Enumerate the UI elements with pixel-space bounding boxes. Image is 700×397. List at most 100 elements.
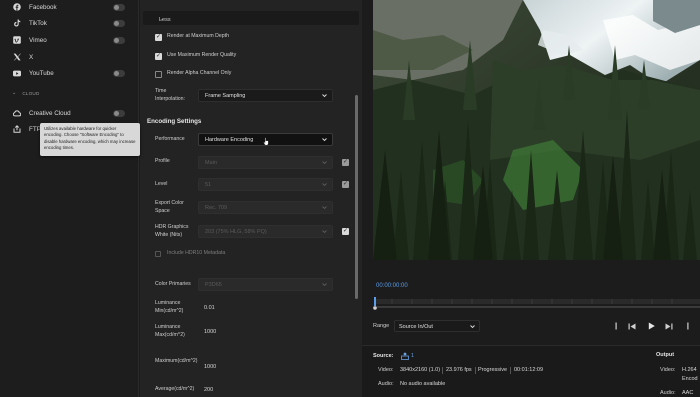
time-interpolation-label: Time Interpolation: [155,88,185,102]
average-value[interactable]: 200 [204,387,213,393]
max-render-quality-checkbox[interactable] [155,52,162,60]
render-max-depth-label: Render at Maximum Depth [167,33,229,39]
range-value: Source In/Out [399,324,433,330]
ftp-icon [13,125,21,133]
video-resolution: 3840x2160 (1.0) [400,367,441,373]
time-interpolation-select[interactable]: Frame Sampling [198,89,333,102]
video-preview[interactable] [373,0,700,260]
hdr-graphics-white-select[interactable]: 203 (75% HLG, 58% PQ) [198,225,333,238]
hdr-graphics-white-checkbox[interactable] [342,227,349,235]
chevron-down-icon [322,161,327,165]
audio-label: Audio: [378,381,394,387]
step-forward-icon [665,323,673,329]
playback-controls-row: Range Source In/Out [362,318,700,334]
timeline-track [373,297,700,310]
export-color-space-label: Export Color Space [155,200,184,214]
output-audio-value: AAC [682,390,694,396]
color-primaries-select[interactable]: P3D65 [198,278,333,291]
color-primaries-value: P3D65 [205,282,222,288]
hdr-graphics-white-value: 203 (75% HLG, 58% PQ) [205,229,267,235]
mark-in-button[interactable] [611,320,621,332]
step-forward-button[interactable] [664,320,674,332]
youtube-toggle[interactable] [113,69,125,77]
play-button[interactable] [646,320,656,332]
profile-checkbox[interactable] [342,158,349,166]
video-duration: 00:01:12:09 [514,367,544,373]
luminance-min-value[interactable]: 0.01 [204,305,215,311]
output-video-encoding: Encod [682,376,698,382]
chevron-down-icon [322,283,327,287]
output-video-label: Video: [660,367,676,373]
hdr-graphics-white-label: HDR Graphics White (Nits) [155,224,189,238]
divider [510,367,511,374]
export-color-space-select[interactable]: Rec. 709 [198,201,333,214]
profile-label: Profile [155,158,170,164]
hdr10-metadata-checkbox[interactable] [155,251,161,257]
time-interpolation-value: Frame Sampling [205,93,246,99]
video-scan-type: Progressive [478,367,508,373]
destinations-sidebar: Facebook TikTok Vimeo X YouTube ⌄ CLOUD [0,0,139,397]
level-label: Level [155,181,168,187]
chevron-down-icon [322,206,327,210]
alpha-channel-label: Render Alpha Channel Only [167,70,232,76]
source-count: 1 [411,353,415,359]
destination-facebook[interactable]: Facebook [0,0,139,15]
level-checkbox[interactable] [342,180,349,188]
export-settings-panel: ··· Less Render at Maximum Depth Use Max… [140,0,362,397]
destination-tiktok[interactable]: TikTok [0,15,139,31]
performance-label: Performance [155,136,185,142]
cloud-section-label: CLOUD [22,90,40,96]
mark-out-button[interactable] [683,320,693,332]
level-select[interactable]: 51 [198,178,333,191]
tiktok-toggle[interactable] [113,19,125,27]
destination-vimeo[interactable]: Vimeo [0,32,139,48]
performance-select[interactable]: Hardware Encoding [198,133,333,146]
chevron-down-icon: ⌄ [12,90,17,96]
mouse-cursor-icon [263,137,269,146]
luminance-max-value[interactable]: 1000 [204,329,216,335]
step-back-button[interactable] [627,320,637,332]
render-max-depth-checkbox[interactable] [155,33,162,41]
output-audio-label: Audio: [660,390,676,396]
destination-creative-cloud[interactable]: Creative Cloud [0,105,139,121]
range-select[interactable]: Source In/Out [394,320,480,332]
creative-cloud-icon [13,109,21,117]
vimeo-toggle[interactable] [113,36,125,44]
river-forest-frame-image [373,0,700,260]
luminance-min-label: Luminance Min(cd/m^2) [155,300,184,314]
alpha-channel-checkbox[interactable] [155,71,162,78]
facebook-icon [13,3,21,11]
vimeo-icon [13,36,21,44]
destination-label: X [29,53,34,61]
timeline-scrubber[interactable] [372,296,700,310]
performance-value: Hardware Encoding [205,137,254,143]
play-icon [648,322,655,330]
profile-value: Main [205,160,217,166]
range-label: Range [373,323,390,329]
profile-select[interactable]: Main [198,156,333,169]
tiktok-icon [13,19,21,27]
destination-x[interactable]: X [0,49,139,65]
step-back-icon [628,323,636,329]
facebook-toggle[interactable] [113,3,125,11]
max-render-quality-label: Use Maximum Render Quality [167,52,237,58]
chevron-down-icon [470,325,475,329]
level-value: 51 [205,182,212,188]
average-label: Average(cd/m^2) [155,386,195,392]
less-toggle-button[interactable]: ··· Less [143,11,359,25]
settings-scrollbar[interactable] [355,95,358,299]
creative-cloud-toggle[interactable] [113,109,125,117]
divider [475,367,476,374]
current-timecode: 00:00:00:00 [376,283,408,289]
output-label: Output [656,352,675,358]
less-label: Less [159,17,171,23]
cloud-section-header[interactable]: ⌄ CLOUD [12,90,39,96]
destination-label: Creative Cloud [29,109,71,117]
destination-youtube[interactable]: YouTube [0,65,139,81]
maximum-value[interactable]: 1000 [204,364,216,370]
video-fps: 23.976 fps [446,367,472,373]
divider [442,367,443,374]
performance-tooltip: Utilizes available hardware for quicker … [40,123,140,156]
mark-in-icon [615,322,617,330]
destination-label: YouTube [29,69,54,77]
